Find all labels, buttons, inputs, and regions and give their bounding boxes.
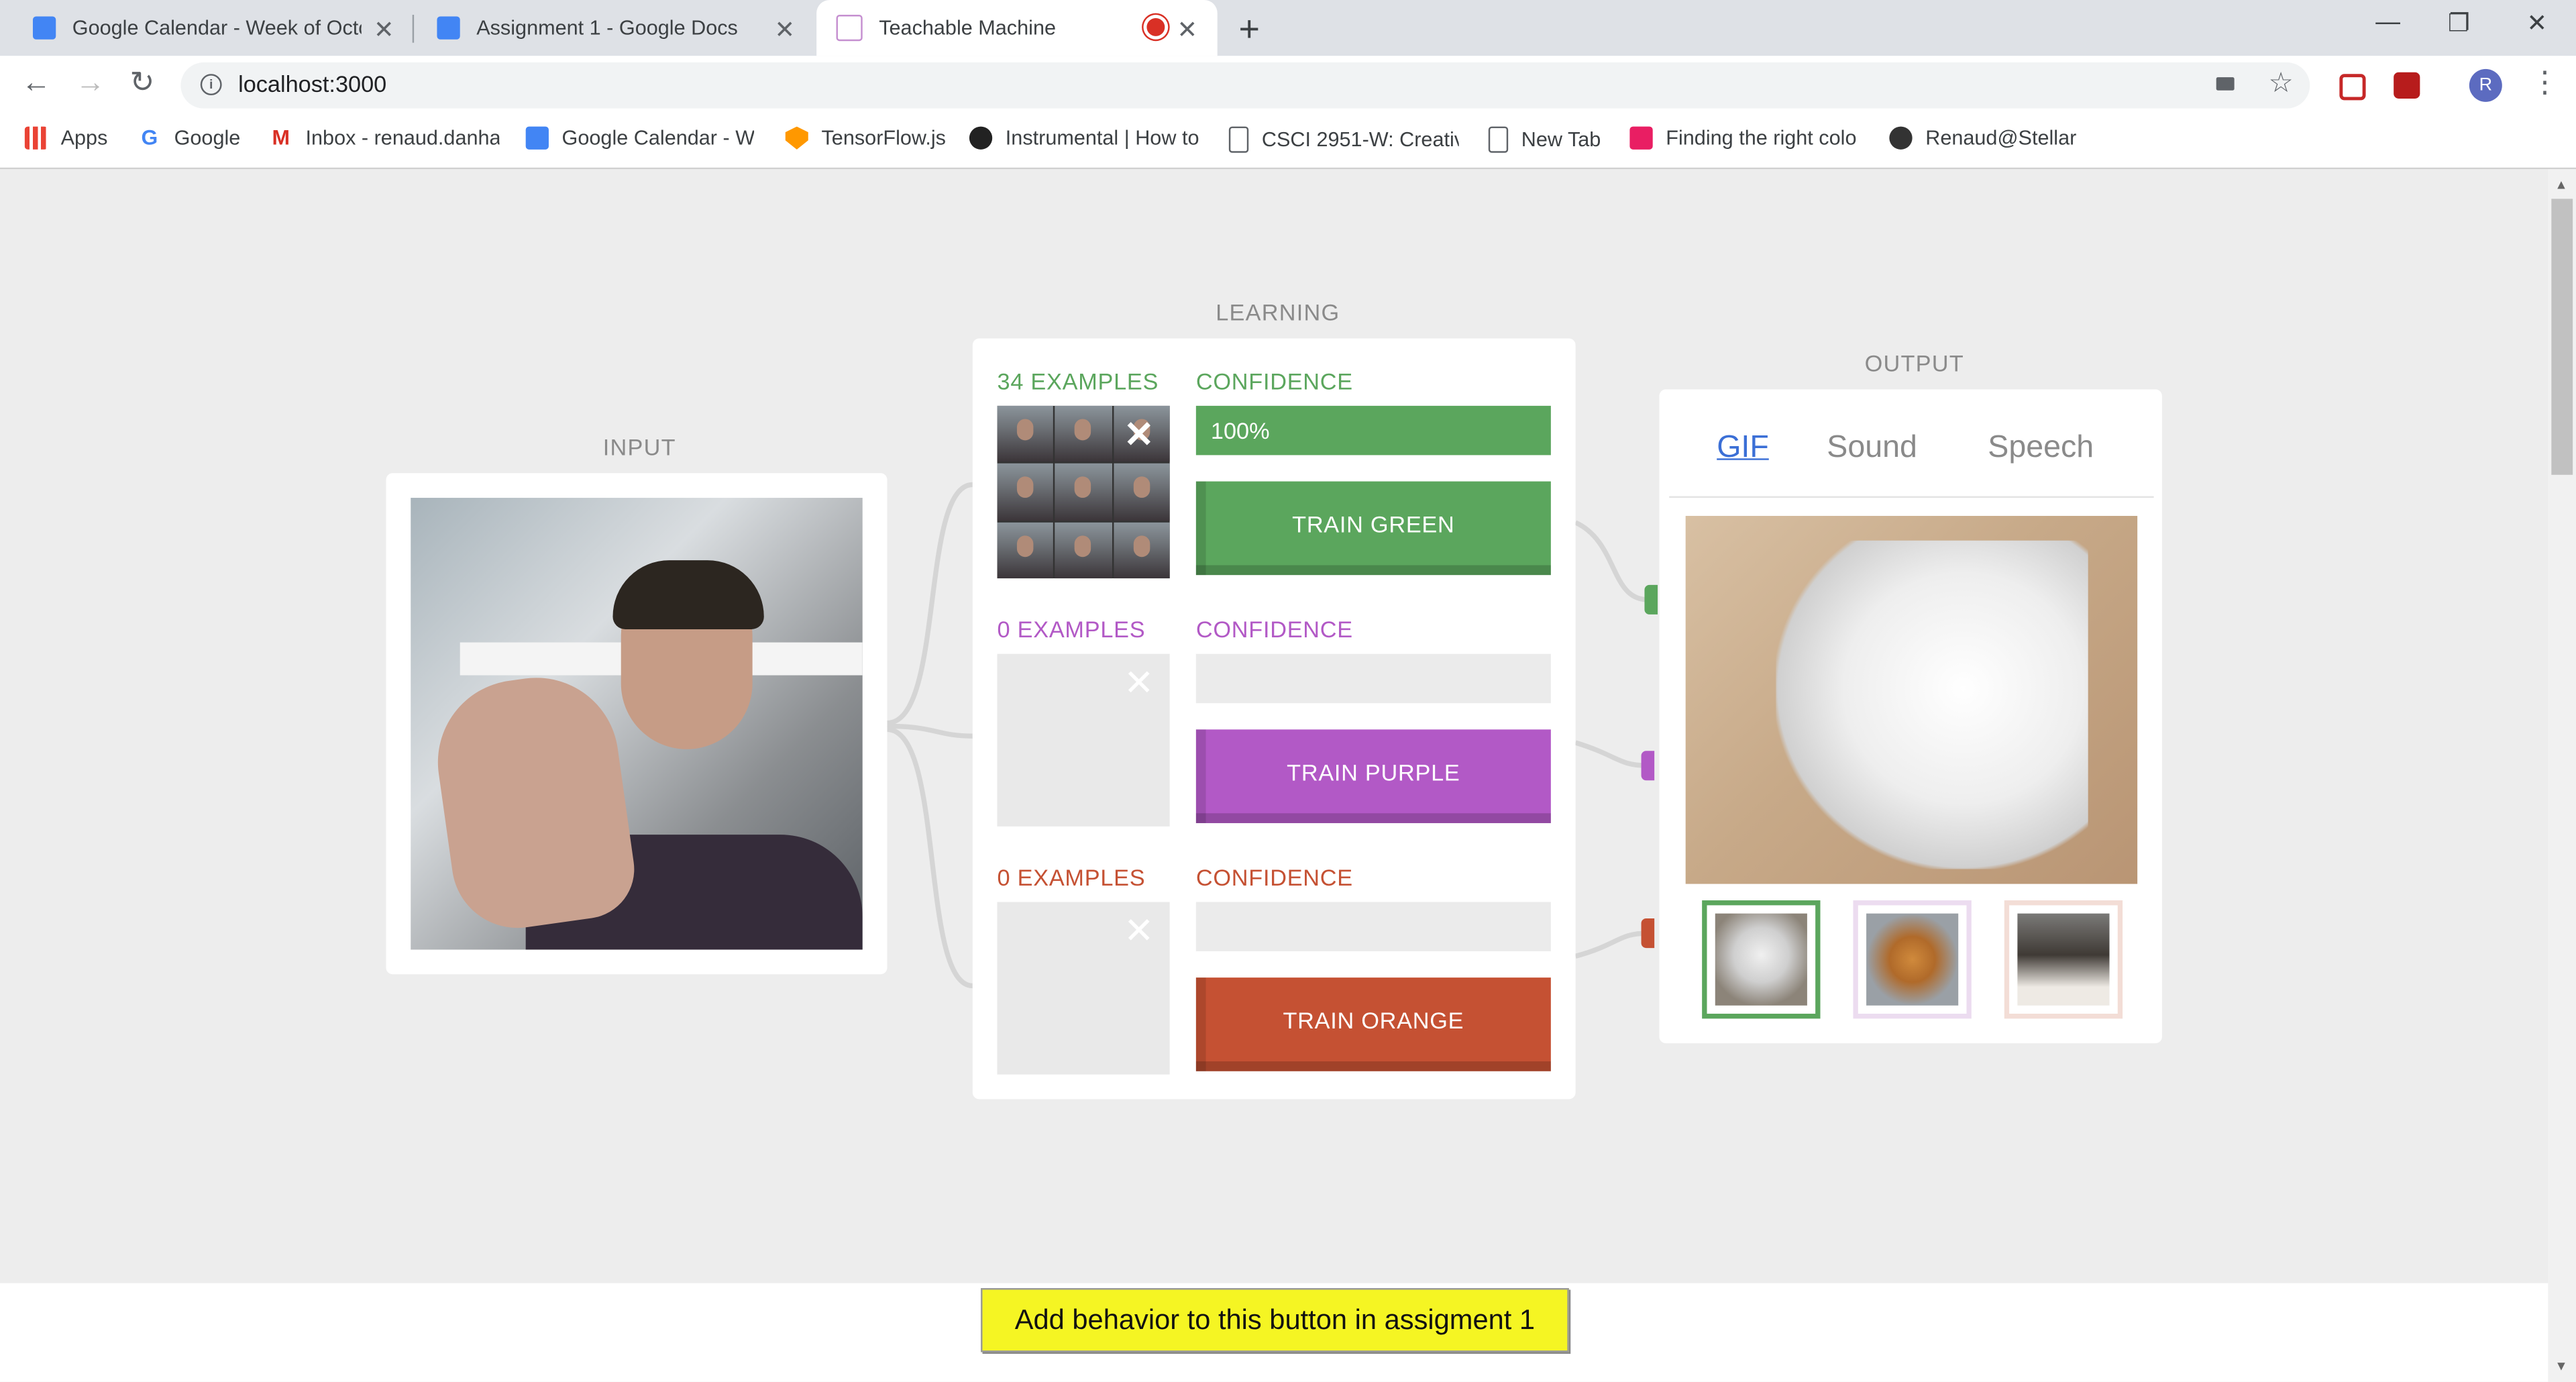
orange-examples-count: 0 EXAMPLES bbox=[997, 864, 1146, 891]
gif-option-green[interactable] bbox=[1702, 900, 1821, 1019]
train-green-button[interactable]: TRAIN GREEN bbox=[1195, 481, 1551, 576]
purple-confidence-bar bbox=[1195, 653, 1551, 704]
white-kitten-thumbnail bbox=[1715, 913, 1807, 1006]
clear-purple-examples-icon[interactable]: ✕ bbox=[1124, 665, 1154, 702]
output-tabs-divider bbox=[1669, 496, 2154, 498]
clear-orange-examples-icon[interactable]: ✕ bbox=[1124, 912, 1154, 950]
wire-out-orange bbox=[1574, 931, 1648, 959]
green-examples-count: 34 EXAMPLES bbox=[997, 368, 1159, 394]
person-hair bbox=[612, 560, 764, 629]
example-thumbnail bbox=[1113, 464, 1170, 521]
output-gif-white-kitten bbox=[1685, 515, 2138, 884]
wire-orange bbox=[887, 727, 973, 989]
scroll-up-icon[interactable]: ▲ bbox=[2555, 177, 2567, 192]
webcam-feed bbox=[411, 498, 863, 950]
orange-confidence-bar bbox=[1195, 902, 1551, 951]
wire-out-green bbox=[1574, 520, 1648, 602]
kitten-shape bbox=[1776, 540, 2088, 869]
train-orange-button[interactable]: TRAIN ORANGE bbox=[1195, 977, 1551, 1071]
green-confidence-value: 100% bbox=[1210, 417, 1270, 444]
purple-examples-count: 0 EXAMPLES bbox=[997, 616, 1146, 643]
wire-green bbox=[887, 482, 973, 726]
tab-gif[interactable]: GIF bbox=[1717, 431, 1769, 467]
example-thumbnail bbox=[997, 405, 1054, 462]
output-label: OUTPUT bbox=[1864, 350, 1964, 376]
tabby-cat-thumbnail bbox=[2017, 913, 2110, 1006]
orange-output-connector bbox=[1641, 918, 1655, 949]
green-output-connector bbox=[1644, 584, 1658, 615]
example-thumbnail bbox=[997, 521, 1054, 579]
orange-confidence-label: CONFIDENCE bbox=[1195, 864, 1353, 891]
green-confidence-bar: 100% bbox=[1195, 405, 1551, 456]
purple-confidence-label: CONFIDENCE bbox=[1195, 616, 1353, 643]
raised-hand bbox=[427, 667, 641, 937]
tab-sound[interactable]: Sound bbox=[1827, 431, 1917, 467]
purple-output-connector bbox=[1641, 751, 1655, 781]
example-thumbnail bbox=[1055, 405, 1112, 462]
input-label: INPUT bbox=[602, 433, 676, 460]
tab-speech[interactable]: Speech bbox=[1988, 431, 2094, 467]
scroll-down-icon[interactable]: ▼ bbox=[2555, 1359, 2567, 1373]
page-scrollbar[interactable]: ▲ ▼ bbox=[2548, 169, 2576, 1382]
clear-green-examples-icon[interactable]: ✕ bbox=[1124, 417, 1154, 454]
green-confidence-label: CONFIDENCE bbox=[1195, 368, 1353, 394]
example-thumbnail bbox=[997, 464, 1054, 521]
orange-kitten-thumbnail bbox=[1866, 913, 1959, 1006]
example-thumbnail bbox=[1055, 521, 1112, 579]
gif-option-purple[interactable] bbox=[1853, 900, 1972, 1019]
learning-label: LEARNING bbox=[1216, 299, 1340, 325]
example-thumbnail bbox=[1113, 521, 1170, 579]
scrollbar-thumb[interactable] bbox=[2551, 199, 2573, 475]
gif-option-orange[interactable] bbox=[2004, 900, 2123, 1019]
wire-out-purple bbox=[1574, 740, 1648, 768]
example-thumbnail bbox=[1055, 464, 1112, 521]
assignment-button[interactable]: Add behavior to this button in assigment… bbox=[981, 1288, 1569, 1352]
train-purple-button[interactable]: TRAIN PURPLE bbox=[1195, 729, 1551, 823]
